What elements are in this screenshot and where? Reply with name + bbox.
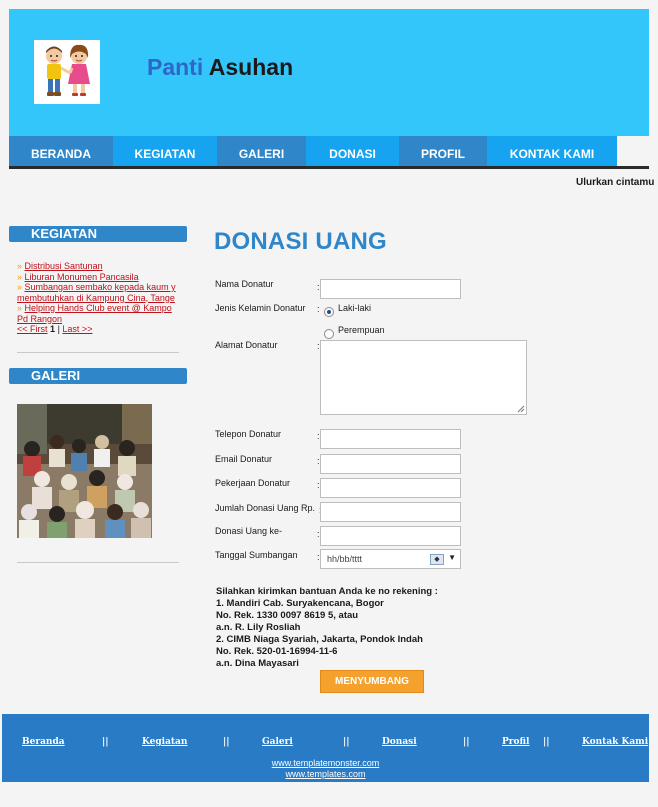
footer-link-kegiatan[interactable]: Kegiatan <box>142 737 187 747</box>
kegiatan-link[interactable]: membutuhkan di Kampung Cina, Tange <box>17 293 175 303</box>
page-title: DONASI UANG <box>214 228 387 255</box>
pager-current-page: 1 <box>50 324 56 334</box>
arrow-icon: » <box>17 261 23 271</box>
kegiatan-link[interactable]: Liburan Monumen Pancasila <box>25 272 139 282</box>
nav-item-galeri[interactable]: GALERI <box>217 136 306 166</box>
label-donasi-ke: Donasi Uang ke- <box>215 526 283 536</box>
footer-separator: || <box>463 737 470 747</box>
list-item[interactable]: » Distribusi Santunan <box>17 261 179 272</box>
info-line: Silahkan kirimkan bantuan Anda ke no rek… <box>216 586 438 597</box>
gender-label-male: Laki-laki <box>338 303 372 313</box>
page: Panti Asuhan BERANDA KEGIATAN GALERI DON… <box>0 0 658 807</box>
kegiatan-link[interactable]: Pd Rangon <box>17 314 62 324</box>
list-item-continued[interactable]: Pd Rangon <box>17 314 179 325</box>
arrow-icon: » <box>17 303 23 313</box>
dropdown-arrow-icon[interactable]: ▼ <box>448 553 456 562</box>
gender-radio-female[interactable] <box>324 329 334 339</box>
site-title-part2: Asuhan <box>208 54 294 80</box>
footer-link-galeri[interactable]: Galeri <box>262 737 293 747</box>
pekerjaan-donatur-input[interactable] <box>320 478 461 498</box>
nav-item-beranda[interactable]: BERANDA <box>9 136 113 166</box>
site-title-part1: Panti <box>147 54 204 80</box>
label-telepon-donatur: Telepon Donatur <box>215 429 282 439</box>
footer-separator: || <box>223 737 230 747</box>
colon: : <box>317 304 320 314</box>
nav-item-profil[interactable]: PROFIL <box>399 136 487 166</box>
kegiatan-link[interactable]: Sumbangan sembako kepada kaum y <box>25 282 176 292</box>
telepon-donatur-input[interactable] <box>320 429 461 449</box>
footer-link-kontak-kami[interactable]: Kontak Kami <box>582 737 648 747</box>
jumlah-donasi-input[interactable] <box>320 502 461 522</box>
label-pekerjaan-donatur: Pekerjaan Donatur <box>215 478 291 488</box>
children-logo-icon <box>34 40 100 104</box>
pager-first-link[interactable]: << First <box>17 324 48 334</box>
site-title: Panti Asuhan <box>147 54 293 81</box>
nav-item-kontak-kami[interactable]: KONTAK KAMI <box>487 136 617 166</box>
nav-item-kegiatan[interactable]: KEGIATAN <box>113 136 217 166</box>
info-line: a.n. R. Lily Rosliah <box>216 622 301 633</box>
gallery-photo-image <box>17 404 152 538</box>
site-header: Panti Asuhan <box>9 9 649 136</box>
footer-credit-link[interactable]: www.templatemonster.com <box>2 758 649 768</box>
arrow-icon: » <box>17 271 23 282</box>
bank-account-info: Silahkan kirimkan bantuan Anda ke no rek… <box>216 586 438 670</box>
main-nav: BERANDA KEGIATAN GALERI DONASI PROFIL KO… <box>9 136 649 169</box>
pager-separator: | <box>57 324 60 334</box>
nav-item-donasi[interactable]: DONASI <box>306 136 399 166</box>
label-jumlah-donasi: Jumlah Donasi Uang Rp. <box>215 503 316 513</box>
kegiatan-link[interactable]: Helping Hands Club event @ Kampo <box>25 303 172 313</box>
label-alamat-donatur: Alamat Donatur <box>215 340 278 350</box>
info-line: No. Rek. 520-01-16994-11-6 <box>216 646 338 657</box>
sidebar-galeri-heading: GALERI <box>9 368 187 384</box>
donasi-ke-input[interactable] <box>320 526 461 546</box>
info-line: 1. Mandiri Cab. Suryakencana, Bogor <box>216 598 384 609</box>
list-item[interactable]: » Liburan Monumen Pancasila <box>17 272 179 283</box>
arrow-icon: » <box>17 282 23 292</box>
tanggal-sumbangan-date-input[interactable]: hh/bb/tttt ◆ ▼ <box>320 549 461 569</box>
gender-label-female: Perempuan <box>338 325 385 335</box>
resize-handle-icon[interactable] <box>517 405 525 413</box>
label-nama-donatur: Nama Donatur <box>215 279 274 289</box>
gender-radio-male[interactable] <box>324 307 334 317</box>
info-line: 2. CIMB Niaga Syariah, Jakarta, Pondok I… <box>216 634 423 645</box>
list-item-continued[interactable]: membutuhkan di Kampung Cina, Tange <box>17 293 179 304</box>
menyumbang-button[interactable]: MENYUMBANG <box>320 670 424 693</box>
sidebar-kegiatan-heading: KEGIATAN <box>9 226 187 242</box>
site-logo[interactable] <box>34 40 100 104</box>
footer-link-donasi[interactable]: Donasi <box>382 737 417 747</box>
pager-last-link[interactable]: Last >> <box>62 324 92 334</box>
email-donatur-input[interactable] <box>320 454 461 474</box>
sidebar-divider <box>17 352 179 353</box>
list-item[interactable]: » Sumbangan sembako kepada kaum y <box>17 282 179 293</box>
pagination: << First 1 | Last >> <box>17 324 179 335</box>
list-item[interactable]: » Helping Hands Club event @ Kampo <box>17 303 179 314</box>
kegiatan-link[interactable]: Distribusi Santunan <box>25 261 103 271</box>
date-spinner-icon[interactable]: ◆ <box>430 554 444 565</box>
info-line: No. Rek. 1330 0097 8619 5, atau <box>216 610 359 621</box>
footer-link-beranda[interactable]: Beranda <box>22 737 65 747</box>
sidebar-kegiatan-list: » Distribusi Santunan » Liburan Monumen … <box>17 261 179 335</box>
marquee-text: Ulurkan cintamu <box>576 177 655 188</box>
footer-link-profil[interactable]: Profil <box>502 737 529 747</box>
footer-separator: || <box>343 737 350 747</box>
label-tanggal-sumbangan: Tanggal Sumbangan <box>215 550 298 560</box>
footer-separator: || <box>543 737 550 747</box>
footer-credit-link[interactable]: www.templates.com <box>2 769 649 779</box>
nama-donatur-input[interactable] <box>320 279 461 299</box>
label-email-donatur: Email Donatur <box>215 454 273 464</box>
footer-separator: || <box>102 737 109 747</box>
label-jenis-kelamin: Jenis Kelamin Donatur <box>215 303 306 313</box>
date-placeholder: hh/bb/tttt <box>327 554 363 564</box>
alamat-donatur-textarea[interactable] <box>320 340 527 415</box>
gallery-photo[interactable] <box>17 404 152 538</box>
site-footer: Beranda || Kegiatan || Galeri || Donasi … <box>2 714 649 782</box>
info-line: a.n. Dina Mayasari <box>216 658 299 669</box>
sidebar-divider-bottom <box>17 562 179 563</box>
